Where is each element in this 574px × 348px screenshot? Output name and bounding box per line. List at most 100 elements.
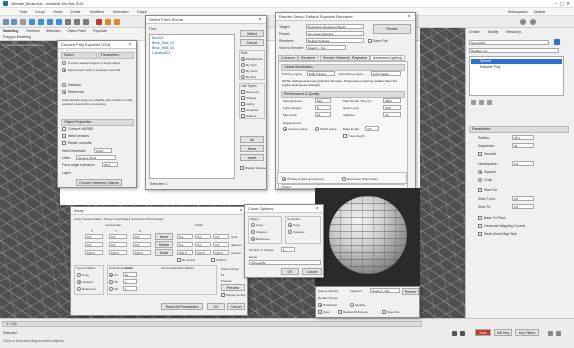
convert-nurbs-check[interactable] — [62, 127, 66, 131]
convert-option-separate-radio[interactable] — [62, 68, 66, 72]
array-count-3d[interactable]: 1 — [123, 286, 137, 291]
convert-tolerance-input[interactable]: 45.0 — [102, 162, 118, 167]
convert-selected-button[interactable]: Convert Selected Objects — [76, 179, 122, 186]
redo-icon[interactable] — [11, 19, 17, 25]
select-ok-button[interactable]: Select — [240, 30, 264, 37]
search-icon[interactable] — [530, 19, 536, 25]
array-move-z[interactable]: 0.0 — [133, 234, 151, 239]
remove-modifier-icon[interactable] — [487, 100, 492, 105]
render-renderer-select[interactable]: Default Scanline — [306, 38, 364, 43]
convert-reference-radio[interactable] — [62, 90, 66, 94]
array-rotate-total-z[interactable]: 0.0 — [213, 242, 229, 247]
material-editor-icon[interactable] — [96, 19, 102, 25]
select-item-1[interactable]: Box001 — [152, 36, 164, 40]
window-controls[interactable]: – ▢ ✕ — [554, 1, 570, 7]
pt-all-frames-radio[interactable] — [282, 177, 286, 181]
clone-copies-input[interactable]: 1 — [281, 247, 295, 252]
disp-world-radio[interactable] — [315, 127, 319, 131]
array-move-y[interactable]: 0.0 — [109, 234, 127, 239]
link-icon[interactable] — [20, 19, 26, 25]
select-sort-size-radio[interactable] — [241, 75, 245, 79]
perf-left-1-value[interactable]: 512 — [315, 98, 331, 103]
undo-icon[interactable] — [3, 19, 9, 25]
stack-item-sphere[interactable]: Sphere — [480, 59, 491, 63]
param-hemisphere-value[interactable]: 0.0 — [512, 161, 534, 166]
array-dim-3d-radio[interactable] — [109, 287, 113, 291]
array-rotate-x[interactable]: 0.0 — [85, 242, 103, 247]
render-view-select[interactable]: Quad 4 - Top — [306, 45, 346, 50]
perf-left-2-value[interactable]: 8 — [315, 105, 331, 110]
menu-modifiers[interactable]: Modifiers — [90, 10, 104, 14]
convert-section-properties[interactable]: Object Properties — [61, 119, 134, 126]
user-icon[interactable] — [520, 19, 526, 25]
auto-key-button[interactable]: Auto — [475, 329, 491, 336]
select-type-cameras-check[interactable] — [241, 108, 245, 112]
rf-area-check[interactable] — [318, 310, 322, 314]
perf-left-3-value[interactable]: 16 — [315, 112, 331, 117]
param-radius-value[interactable]: 25.4 — [512, 135, 534, 140]
param-slice-from-value[interactable]: 0.0 — [512, 196, 534, 201]
select-type-helpers-check[interactable] — [241, 114, 245, 118]
snap-icon[interactable] — [65, 19, 71, 25]
array-display-box-check[interactable] — [221, 293, 225, 297]
disp-camera-radio[interactable] — [283, 127, 287, 131]
pt-resolution-radio[interactable] — [342, 177, 346, 181]
array-ok-button[interactable]: OK — [207, 303, 225, 310]
param-gen-mapping-check[interactable] — [478, 224, 482, 228]
array-reset-button[interactable]: Reset All Parameters — [161, 303, 203, 310]
close-icon[interactable]: × — [127, 42, 133, 48]
render-target-select[interactable]: Production Rendering Mode — [306, 24, 364, 29]
command-tab-modify[interactable]: Modify — [488, 30, 498, 34]
menu-tools[interactable]: Tools — [19, 10, 27, 14]
menu-views[interactable]: Views — [53, 10, 62, 14]
array-scale-total-y[interactable]: 100.0 — [195, 250, 211, 255]
render-button[interactable]: Render — [373, 24, 411, 34]
array-type-reference-radio[interactable] — [77, 287, 81, 291]
menu-animation[interactable]: Animation — [113, 10, 129, 14]
render-section-gi[interactable]: Global Illumination — [281, 64, 405, 71]
ribbon-tab-selection[interactable]: Selection — [46, 29, 60, 33]
convert-group-select[interactable]: Select — [61, 52, 97, 59]
orbit-icon[interactable] — [556, 331, 561, 336]
convert-group-parameters[interactable]: Parameters — [98, 52, 134, 59]
ribbon-tab-populate[interactable]: Populate — [93, 29, 107, 33]
clone-cancel-button[interactable]: Cancel — [302, 268, 322, 275]
render-preset-select[interactable]: No preset selected — [306, 31, 364, 36]
array-scale-total-z[interactable]: 100.0 — [213, 250, 229, 255]
convert-instance-radio[interactable] — [62, 83, 66, 87]
color-swatch-icon[interactable] — [554, 39, 560, 45]
param-squash-radio[interactable] — [478, 170, 482, 174]
close-icon[interactable]: × — [406, 14, 412, 20]
array-type-instance-radio[interactable] — [77, 280, 81, 284]
perf-right-3-value[interactable]: On — [383, 112, 401, 117]
convert-normals-check[interactable] — [62, 141, 66, 145]
select-sort-color-radio[interactable] — [241, 69, 245, 73]
scale-icon[interactable] — [56, 19, 62, 25]
modifier-list-dropdown[interactable]: Modifier List — [469, 48, 559, 53]
command-tab-create[interactable]: Create — [469, 30, 480, 34]
align-icon[interactable] — [83, 19, 89, 25]
array-rotate-button[interactable]: Rotate — [155, 241, 173, 248]
rf-iterative-radio[interactable] — [350, 303, 354, 307]
array-scale-x[interactable]: 100.0 — [85, 250, 103, 255]
render-primary-select[interactable]: Path Tracing — [307, 71, 335, 76]
viewport-right[interactable] — [420, 28, 465, 318]
select-object-list[interactable]: Box001 Brick_Wall_01 Brick_Wall_02 Camer… — [149, 34, 235, 179]
move-icon[interactable] — [38, 19, 44, 25]
select-type-shapes-check[interactable] — [241, 96, 245, 100]
select-item-2[interactable]: Brick_Wall_01 — [152, 41, 174, 45]
viewport-top[interactable] — [0, 41, 60, 318]
set-key-button[interactable]: Set Key — [494, 329, 512, 336]
render-edge-input[interactable]: 4.0 — [365, 126, 379, 131]
next-frame-icon[interactable] — [460, 331, 465, 336]
array-scale-total-x[interactable]: 100.0 — [177, 250, 193, 255]
convert-units-select[interactable]: Generic Units — [76, 155, 116, 160]
ribbon-tab-modeling[interactable]: Modeling — [3, 29, 18, 33]
array-scale-y[interactable]: 100.0 — [109, 250, 127, 255]
zoom-icon[interactable] — [548, 331, 553, 336]
array-move-x[interactable]: 0.0 — [85, 234, 103, 239]
clone-ok-button[interactable]: OK — [281, 268, 299, 275]
param-segments-value[interactable]: 32 — [512, 143, 534, 148]
select-none-button[interactable]: None — [240, 145, 264, 152]
render-icon[interactable] — [114, 19, 120, 25]
